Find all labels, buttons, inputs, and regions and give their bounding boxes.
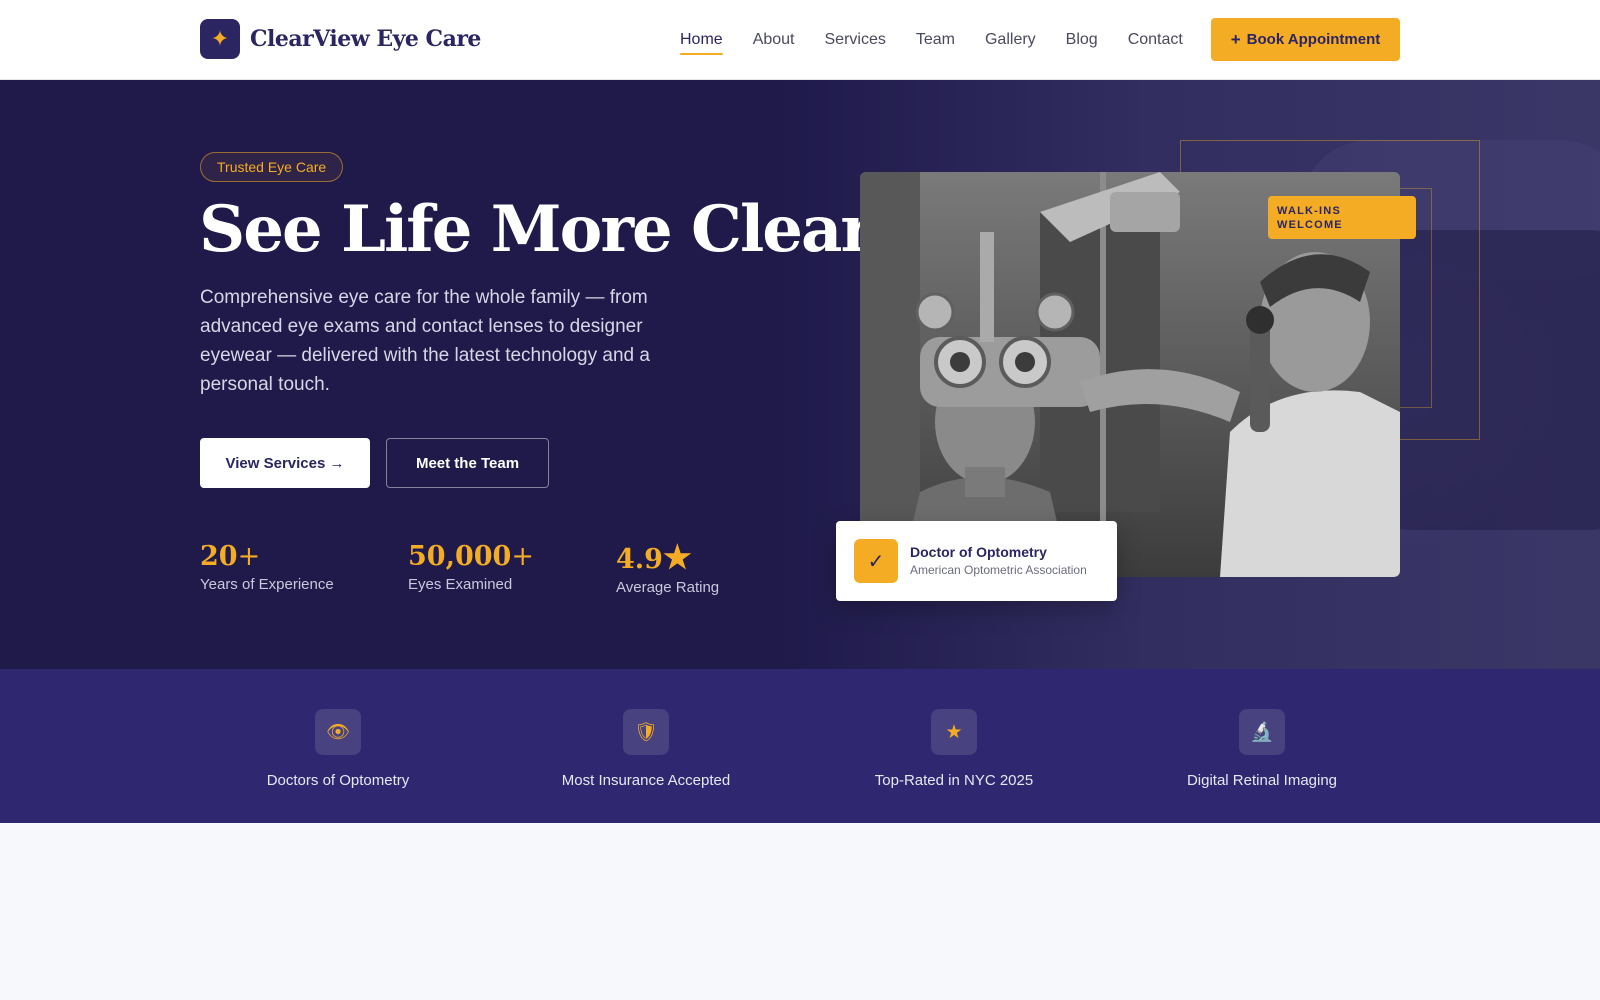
credential-subtitle: American Optometric Association bbox=[910, 563, 1087, 577]
nav-links: Home About Services Team Gallery Blog Co… bbox=[680, 0, 1213, 80]
view-services-button[interactable]: View Services → bbox=[200, 438, 370, 488]
hero-title: See Life More Clearly bbox=[199, 192, 932, 267]
shield-icon: 🛡 bbox=[623, 709, 669, 755]
brand-name: ClearView Eye Care bbox=[250, 26, 481, 52]
feature-top-rated: ★ Top-Rated in NYC 2025 bbox=[824, 709, 1084, 789]
feature-retinal-imaging: 🔬 Digital Retinal Imaging bbox=[1132, 709, 1392, 789]
nav-link-services[interactable]: Services bbox=[825, 25, 886, 55]
brand-logo[interactable]: ✦ ClearView Eye Care bbox=[200, 19, 481, 59]
feature-doctors: 👁 Doctors of Optometry bbox=[208, 709, 468, 789]
feature-label: Digital Retinal Imaging bbox=[1186, 772, 1338, 789]
meet-the-team-button[interactable]: Meet the Team bbox=[386, 438, 549, 488]
book-appointment-label: Book Appointment bbox=[1246, 31, 1381, 48]
trusted-badge: Trusted Eye Care bbox=[200, 152, 344, 182]
stat-average-rating: 4.9★ Average Rating bbox=[616, 540, 719, 596]
checkmark-icon: ✓ bbox=[854, 539, 898, 583]
nav-link-about[interactable]: About bbox=[753, 25, 795, 55]
stat-eyes-examined: 50,000+ Eyes Examined bbox=[408, 540, 534, 593]
sparkle-icon: ✦ bbox=[200, 19, 240, 59]
eye-icon: 👁 bbox=[315, 709, 361, 755]
credential-title: Doctor of Optometry bbox=[910, 544, 1047, 560]
walk-ins-welcome-tag: WALK-INS WELCOME bbox=[1268, 196, 1416, 239]
stat-value: 4.9★ bbox=[616, 538, 692, 576]
star-icon: ★ bbox=[931, 709, 977, 755]
star-icon: ★ bbox=[662, 538, 692, 576]
stat-label: Eyes Examined bbox=[408, 576, 513, 593]
nav-link-contact[interactable]: Contact bbox=[1128, 25, 1183, 55]
hero-description: Comprehensive eye care for the whole fam… bbox=[200, 287, 650, 395]
stat-value: 50,000+ bbox=[408, 541, 534, 572]
stat-label: Average Rating bbox=[616, 579, 720, 596]
book-appointment-button[interactable]: + Book Appointment bbox=[1211, 18, 1400, 61]
feature-insurance: 🛡 Most Insurance Accepted bbox=[516, 709, 776, 789]
stat-value: 20+ bbox=[200, 541, 261, 572]
top-navbar: ✦ ClearView Eye Care Home About Services… bbox=[0, 0, 1600, 80]
credential-card: ✓ Doctor of Optometry American Optometri… bbox=[836, 521, 1117, 601]
plus-icon: + bbox=[1230, 29, 1241, 49]
microscope-icon: 🔬 bbox=[1239, 709, 1285, 755]
feature-label: Most Insurance Accepted bbox=[561, 772, 731, 789]
nav-link-home[interactable]: Home bbox=[680, 25, 723, 55]
feature-label: Doctors of Optometry bbox=[266, 772, 410, 789]
nav-link-team[interactable]: Team bbox=[916, 25, 955, 55]
stat-label: Years of Experience bbox=[200, 576, 334, 593]
hero-section: Trusted Eye Care See Life More Clearly C… bbox=[0, 80, 1600, 669]
nav-link-blog[interactable]: Blog bbox=[1066, 25, 1098, 55]
nav-link-gallery[interactable]: Gallery bbox=[985, 25, 1036, 55]
features-strip: 👁 Doctors of Optometry 🛡 Most Insurance … bbox=[0, 669, 1600, 823]
stat-experience: 20+ Years of Experience bbox=[200, 540, 334, 593]
lower-section bbox=[0, 823, 1600, 1000]
feature-label: Top-Rated in NYC 2025 bbox=[874, 772, 1034, 789]
